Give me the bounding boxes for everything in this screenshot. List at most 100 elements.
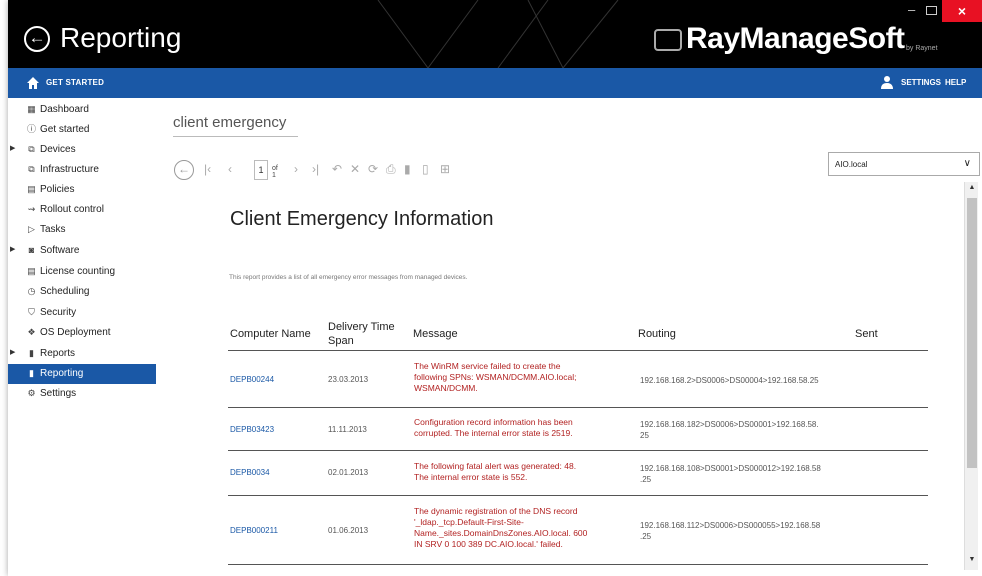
os-deployment-icon: ❖ <box>27 327 36 337</box>
routing-line: 192.168.168.2>DS0006>DS00004>192.168.58.… <box>640 376 819 385</box>
license-icon: ▤ <box>27 266 36 276</box>
sidebar: ▦ Dashboard ⓘ Get started ▶ ⧉ Devices ⧉ … <box>8 98 156 576</box>
sidebar-item-label: Devices <box>40 144 76 155</box>
last-page-icon[interactable]: ›| <box>312 162 319 176</box>
column-header-delivery-2: Span <box>328 335 354 347</box>
header-divider <box>228 350 928 351</box>
brand-name: RayManageSoft <box>686 22 905 55</box>
sidebar-item-security[interactable]: ⛉ Security <box>8 303 156 323</box>
minimize-button[interactable]: – <box>908 2 915 17</box>
scroll-down-icon[interactable]: ▼ <box>967 556 977 568</box>
sidebar-item-label: Get started <box>40 124 90 135</box>
scroll-up-icon[interactable]: ▲ <box>967 184 977 196</box>
sidebar-item-infrastructure[interactable]: ⧉ Infrastructure <box>8 160 156 180</box>
sidebar-item-label: Policies <box>40 184 75 195</box>
tasks-icon: ▷ <box>28 224 35 234</box>
message-line: following SPNs: WSMAN/DCMM.AIO.local; <box>414 372 577 382</box>
brand-logo-icon <box>654 29 682 51</box>
sidebar-item-software[interactable]: ▶ ◙ Software <box>8 241 156 261</box>
clock-icon: ◷ <box>27 286 36 296</box>
expand-arrow-icon[interactable]: ▶ <box>10 245 15 253</box>
sidebar-item-dashboard[interactable]: ▦ Dashboard <box>8 100 156 120</box>
row-computer-name[interactable]: DEPB000211 <box>230 526 278 535</box>
page-setup-icon[interactable]: ▮ <box>404 162 411 176</box>
stop-icon[interactable]: ✕ <box>350 162 360 176</box>
message-line: Name._sites.DomainDnsZones.AIO.local. 60… <box>414 528 588 538</box>
row-computer-name[interactable]: DEPB03423 <box>230 425 274 434</box>
routing-line: 25 <box>640 431 649 440</box>
sidebar-item-label: License counting <box>40 266 116 277</box>
vertical-scrollbar[interactable]: ▲ ▼ <box>964 182 978 570</box>
page-count: of 1 <box>272 165 278 179</box>
row-message: Configuration record information has bee… <box>414 417 624 439</box>
message-line: Configuration record information has bee… <box>414 417 573 427</box>
row-date: 01.06.2013 <box>328 526 369 535</box>
back-button[interactable]: ← <box>24 26 50 52</box>
row-message: The WinRM service failed to create the f… <box>414 361 624 394</box>
sidebar-item-os-deployment[interactable]: ❖ OS Deployment <box>8 323 156 343</box>
routing-line: .25 <box>640 475 652 484</box>
scrollbar-thumb[interactable] <box>967 198 977 468</box>
sidebar-item-reporting[interactable]: ▮ Reporting <box>8 364 156 384</box>
sidebar-item-license-counting[interactable]: ▤ License counting <box>8 262 156 282</box>
user-icon <box>881 76 893 89</box>
row-computer-name[interactable]: DEPB0034 <box>230 468 270 477</box>
shield-icon: ⛉ <box>28 307 35 317</box>
sidebar-item-policies[interactable]: ▤ Policies <box>8 180 156 200</box>
sidebar-item-label: Software <box>40 245 80 256</box>
message-line: The WinRM service failed to create the <box>414 361 561 371</box>
breadcrumb-underline <box>173 136 298 137</box>
sidebar-item-label: Security <box>40 307 77 318</box>
chevron-down-icon: ∨ <box>963 158 971 169</box>
close-button[interactable]: × <box>942 0 982 22</box>
sidebar-item-reports[interactable]: ▶ ▮ Reports <box>8 344 156 364</box>
devices-icon: ⧉ <box>28 144 35 154</box>
help-link[interactable]: HELP <box>945 78 966 87</box>
settings-link[interactable]: SETTINGS <box>901 78 941 87</box>
expand-arrow-icon[interactable]: ▶ <box>10 348 15 356</box>
sidebar-item-tasks[interactable]: ▷ Tasks <box>8 220 156 240</box>
column-header-delivery-1: Delivery Time <box>328 321 395 333</box>
report-title: Client Emergency Information <box>230 208 494 230</box>
message-line: WSMAN/DCMM. <box>414 383 478 393</box>
report-back-icon[interactable]: ← <box>174 160 194 180</box>
back-arrow-icon[interactable]: ↶ <box>332 162 342 176</box>
get-started-link[interactable]: GET STARTED <box>46 78 104 87</box>
layout-icon[interactable]: ⊞ <box>440 162 450 176</box>
message-line: corrupted. The internal error state is 2… <box>414 428 573 438</box>
next-page-icon[interactable]: › <box>294 162 298 176</box>
sidebar-item-label: Settings <box>40 388 77 399</box>
page-number-input[interactable]: 1 <box>254 160 268 180</box>
column-header-routing: Routing <box>638 328 676 340</box>
row-computer-name[interactable]: DEPB00244 <box>230 375 274 384</box>
sidebar-item-scheduling[interactable]: ◷ Scheduling <box>8 282 156 302</box>
reports-icon: ▮ <box>29 348 34 358</box>
sidebar-item-rollout-control[interactable]: ⇝ Rollout control <box>8 200 156 220</box>
row-routing: 192.168.168.112>DS0006>DS000055>192.168.… <box>640 520 850 542</box>
row-routing: 192.168.168.182>DS0006>DS00001>192.168.5… <box>640 419 850 441</box>
row-message: The following fatal alert was generated:… <box>414 461 624 483</box>
message-line: '_ldap._tcp.Default-First-Site- <box>414 517 524 527</box>
title-bar: ← Reporting RayManageSoft by Raynet – × <box>8 0 982 68</box>
sidebar-item-devices[interactable]: ▶ ⧉ Devices <box>8 140 156 160</box>
sidebar-item-get-started[interactable]: ⓘ Get started <box>8 120 156 140</box>
expand-arrow-icon[interactable]: ▶ <box>10 144 15 152</box>
domain-select[interactable]: AIO.local ∨ <box>828 152 980 176</box>
dashboard-icon: ▦ <box>27 104 36 114</box>
column-header-computer: Computer Name <box>230 328 311 340</box>
row-divider <box>228 407 928 408</box>
sidebar-item-label: OS Deployment <box>40 327 111 338</box>
first-page-icon[interactable]: |‹ <box>204 162 211 176</box>
report-description: This report provides a list of all emerg… <box>229 274 468 281</box>
sidebar-item-settings[interactable]: ⚙ Settings <box>8 384 156 404</box>
previous-page-icon[interactable]: ‹ <box>228 162 232 176</box>
home-icon[interactable] <box>26 76 40 90</box>
export-icon[interactable]: ▯ <box>422 162 429 176</box>
refresh-icon[interactable]: ⟳ <box>368 162 378 176</box>
sidebar-item-label: Scheduling <box>40 286 90 297</box>
print-icon[interactable]: ⎙ <box>386 162 396 177</box>
column-header-sent: Sent <box>855 328 878 340</box>
maximize-button[interactable] <box>926 6 937 15</box>
row-date: 11.11.2013 <box>328 425 367 434</box>
row-routing: 192.168.168.2>DS0006>DS00004>192.168.58.… <box>640 375 850 386</box>
